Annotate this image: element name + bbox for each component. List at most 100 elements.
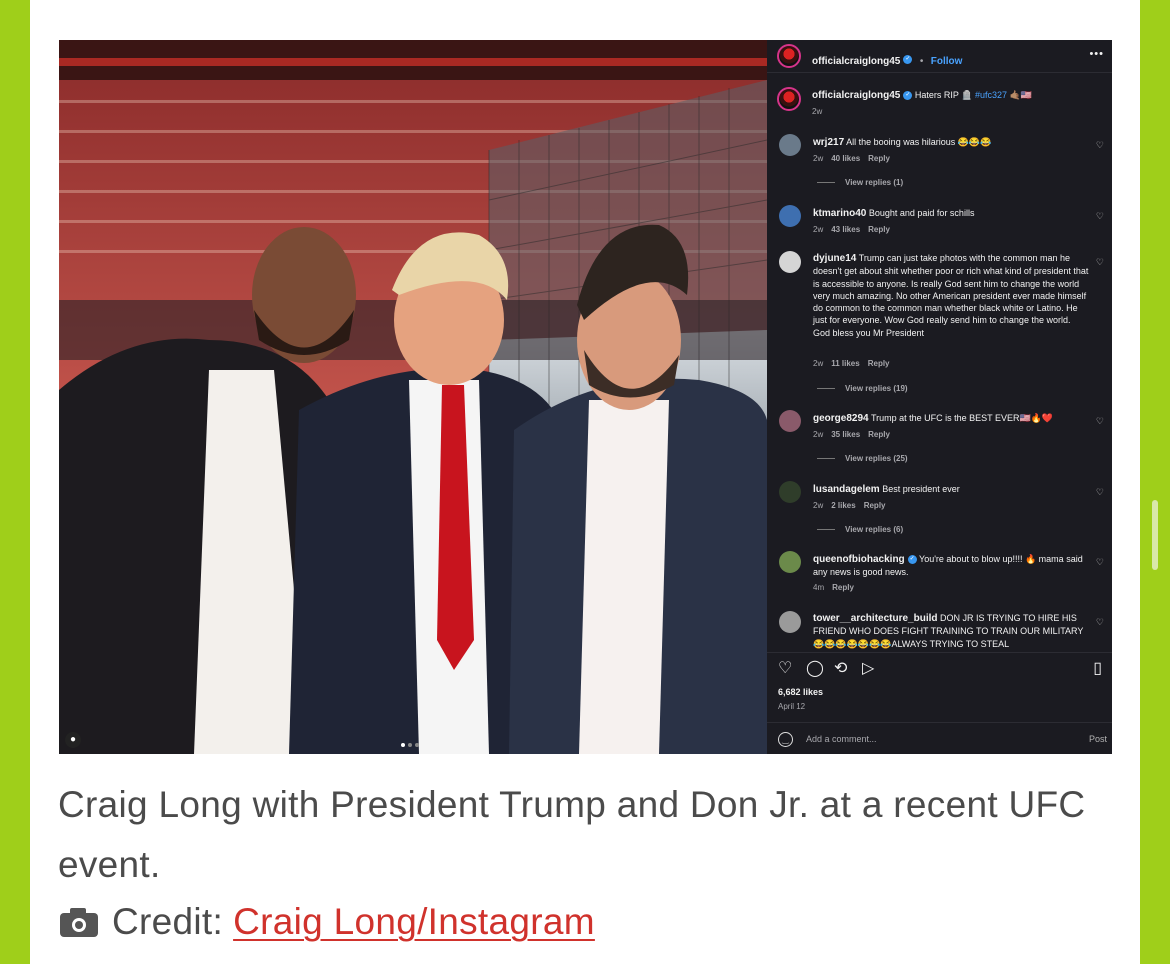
comment-meta: 2w 40 likes Reply: [813, 154, 890, 163]
carousel-dot[interactable]: [415, 743, 419, 747]
reply-button[interactable]: Reply: [868, 430, 890, 439]
comment-text: dyjune14 Trump can just take photos with…: [813, 252, 1089, 339]
post-header-user: officialcraiglong45 ✓ • Follow: [812, 51, 962, 69]
camera-icon: [60, 907, 98, 937]
heart-icon[interactable]: ♡: [1096, 211, 1104, 222]
caption-username[interactable]: officialcraiglong45: [812, 90, 900, 101]
reply-button[interactable]: Reply: [868, 225, 890, 234]
scrollbar[interactable]: [1152, 500, 1158, 570]
emoji-icon[interactable]: ‿: [778, 732, 793, 747]
comment-meta: 2w 43 likes Reply: [813, 225, 890, 234]
follow-button[interactable]: Follow: [931, 56, 963, 67]
verified-badge-icon: ✓: [903, 55, 913, 65]
user-tag-icon[interactable]: ●: [65, 732, 81, 748]
carousel-dot[interactable]: [408, 743, 412, 747]
caption-emojis: 🤙🏽🇺🇸: [1009, 90, 1032, 100]
comment-username[interactable]: ktmarino40: [813, 208, 866, 219]
comment-meta: 4m Reply: [813, 583, 854, 592]
comment-body: Best president ever: [882, 484, 960, 494]
comment-username[interactable]: lusandagelem: [813, 484, 880, 495]
post-photo[interactable]: ●: [59, 40, 767, 754]
comment-age: 2w: [813, 501, 824, 510]
add-comment-input[interactable]: Add a comment...: [806, 734, 877, 744]
view-replies-button[interactable]: View replies (25): [817, 454, 908, 463]
heart-icon[interactable]: ♡: [1096, 140, 1104, 151]
add-comment-bar: ‿ Add a comment... Post: [767, 722, 1112, 754]
view-replies-button[interactable]: View replies (6): [817, 525, 903, 534]
comment-likes[interactable]: 40 likes: [831, 154, 860, 163]
view-replies-button[interactable]: View replies (19): [817, 384, 908, 393]
post-date: April 12: [778, 702, 806, 711]
comment-meta: 2w 2 likes Reply: [813, 501, 886, 510]
separator-dot: •: [919, 56, 924, 67]
avatar[interactable]: [779, 611, 801, 633]
comment-text: tower__architecture_build DON JR IS TRYI…: [813, 612, 1089, 650]
share-icon[interactable]: ▷: [862, 660, 874, 678]
verified-badge-icon: ✓: [907, 555, 917, 565]
comment-text: ktmarino40 Bought and paid for schills: [813, 207, 1089, 220]
comment-username[interactable]: wrj217: [813, 137, 844, 148]
comment-age: 2w: [813, 225, 824, 234]
carousel-dot-active[interactable]: [401, 743, 405, 747]
reply-button[interactable]: Reply: [832, 583, 854, 592]
comment-username[interactable]: george8294: [813, 413, 869, 424]
heart-icon[interactable]: ♡: [1096, 617, 1104, 628]
comment-body: Trump can just take photos with the comm…: [813, 253, 1089, 338]
hashtag-link[interactable]: #ufc327: [975, 90, 1007, 100]
post-comment-button[interactable]: Post: [1089, 734, 1107, 744]
verified-badge-icon: ✓: [903, 91, 913, 101]
comment-body: Bought and paid for schills: [868, 208, 975, 218]
comment-icon[interactable]: ◯: [806, 660, 824, 678]
heart-icon[interactable]: ♡: [1096, 257, 1104, 268]
heart-icon[interactable]: ♡: [778, 660, 792, 678]
comment-likes[interactable]: 43 likes: [831, 225, 860, 234]
credit-label: Credit:: [112, 901, 224, 942]
repost-icon[interactable]: ⟲: [834, 660, 847, 678]
bookmark-icon[interactable]: ▯: [1093, 660, 1102, 678]
heart-icon[interactable]: ♡: [1096, 487, 1104, 498]
avatar[interactable]: [779, 410, 801, 432]
reply-button[interactable]: Reply: [868, 154, 890, 163]
comment-age: 4m: [813, 583, 825, 592]
credit-link[interactable]: Craig Long/Instagram: [233, 896, 595, 948]
carousel-dots: [401, 743, 419, 747]
username[interactable]: officialcraiglong45: [812, 56, 900, 67]
article-content: ● officialcraiglong45 ✓ • Follow ••• off…: [30, 0, 1140, 964]
avatar[interactable]: [779, 205, 801, 227]
caption-text: officialcraiglong45 ✓ Haters RIP 🪦 #ufc32…: [812, 89, 1088, 102]
comment-age: 2w: [813, 359, 824, 368]
likes-count[interactable]: 6,682 likes: [778, 687, 823, 697]
comment-text: george8294 Trump at the UFC is the BEST …: [813, 412, 1089, 425]
comment-body: Trump at the UFC is the BEST EVER🇺🇸🔥❤️: [870, 413, 1054, 423]
photo-credit: Credit: Craig Long/Instagram: [60, 896, 595, 948]
avatar[interactable]: [779, 134, 801, 156]
heart-icon[interactable]: ♡: [1096, 557, 1104, 568]
caption-age: 2w: [812, 107, 823, 116]
comment-meta: 2w 11 likes Reply: [813, 359, 890, 368]
comment-text: lusandagelem Best president ever: [813, 483, 1089, 496]
instagram-embed[interactable]: ● officialcraiglong45 ✓ • Follow ••• off…: [59, 40, 1112, 754]
caption-body: Haters RIP 🪦: [914, 90, 973, 100]
comment-meta: 2w 35 likes Reply: [813, 430, 890, 439]
comment-likes[interactable]: 2 likes: [831, 501, 855, 510]
comment-username[interactable]: queenofbiohacking: [813, 554, 905, 565]
reply-button[interactable]: Reply: [868, 359, 890, 368]
more-horizontal-icon[interactable]: •••: [1089, 48, 1104, 60]
comment-age: 2w: [813, 154, 824, 163]
comment-text: wrj217 All the booing was hilarious 😂😂😂: [813, 136, 1089, 149]
avatar[interactable]: [779, 251, 801, 273]
avatar[interactable]: [777, 87, 801, 111]
image-caption: Craig Long with President Trump and Don …: [58, 784, 1086, 885]
reply-button[interactable]: Reply: [864, 501, 886, 510]
view-replies-button[interactable]: View replies (1): [817, 178, 903, 187]
comment-likes[interactable]: 35 likes: [831, 430, 860, 439]
comment-text: queenofbiohacking ✓ You're about to blow …: [813, 553, 1089, 579]
comment-age: 2w: [813, 430, 824, 439]
avatar[interactable]: [777, 44, 801, 68]
heart-icon[interactable]: ♡: [1096, 416, 1104, 427]
comment-username[interactable]: tower__architecture_build: [813, 613, 937, 624]
avatar[interactable]: [779, 481, 801, 503]
comment-likes[interactable]: 11 likes: [831, 359, 859, 368]
comment-username[interactable]: dyjune14: [813, 253, 856, 264]
avatar[interactable]: [779, 551, 801, 573]
